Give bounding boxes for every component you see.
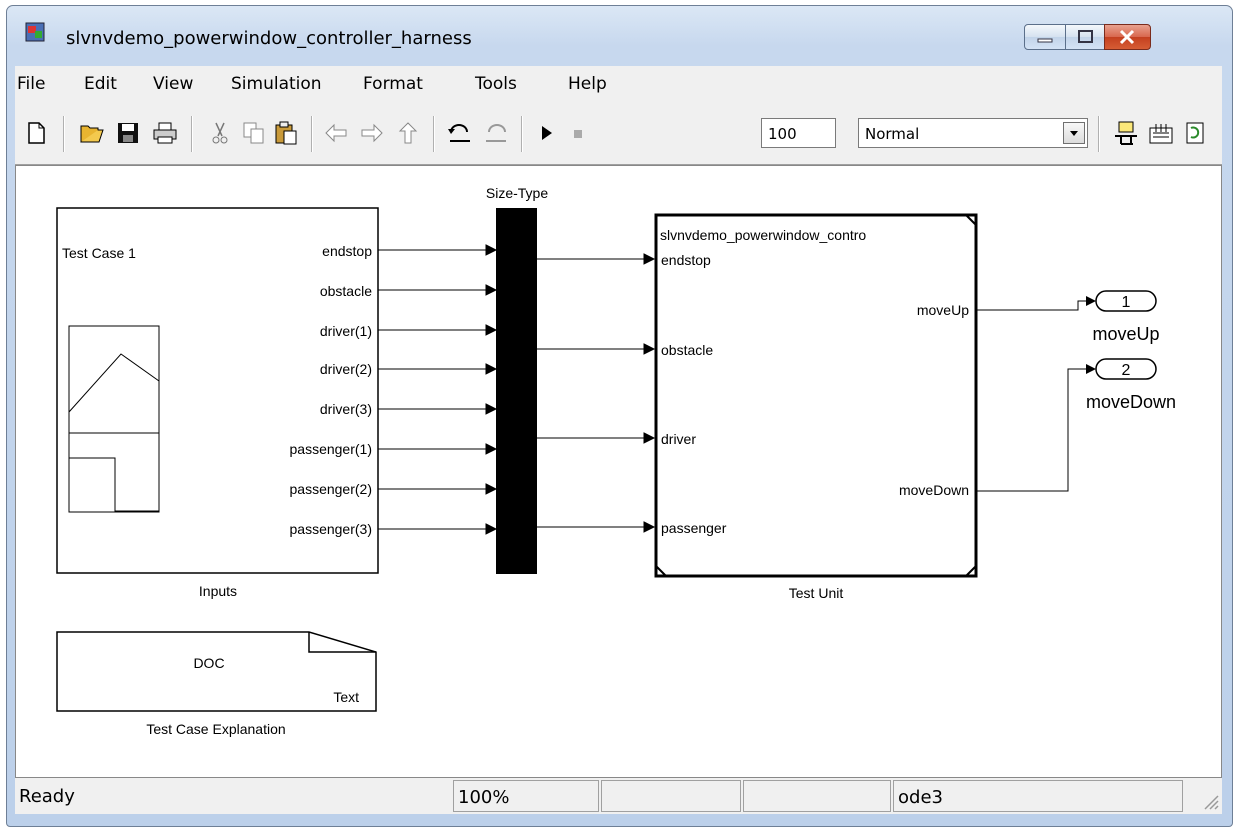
menu-help[interactable]: Help [568, 74, 607, 94]
undo-icon[interactable] [447, 120, 473, 146]
doc-block[interactable] [56, 631, 377, 712]
outport-number: 1 [1122, 294, 1131, 311]
paste-icon[interactable] [273, 120, 299, 146]
status-empty-2 [743, 780, 891, 812]
minimize-button[interactable] [1024, 24, 1066, 50]
test-unit-in-port: passenger [661, 520, 727, 536]
chevron-down-icon[interactable] [1063, 122, 1085, 144]
status-solver: ode3 [893, 780, 1183, 812]
input-port-label: driver(2) [320, 361, 372, 377]
test-unit-out-port: moveUp [917, 302, 969, 318]
doc-subtitle: Text [333, 689, 359, 705]
menu-edit[interactable]: Edit [84, 74, 117, 94]
status-bar: Ready 100% ode3 [15, 778, 1222, 814]
inputs-inner-title: Test Case 1 [62, 245, 136, 261]
diagram-svg: Test Case 1 Inputs endstop obstacle driv… [56, 185, 1176, 737]
cut-icon[interactable] [207, 120, 233, 146]
doc-block-label: Test Case Explanation [146, 721, 285, 737]
print-icon[interactable] [152, 120, 178, 146]
maximize-button[interactable] [1065, 24, 1105, 50]
doc-title: DOC [193, 655, 224, 671]
test-unit-in-port: obstacle [661, 342, 713, 358]
simulink-app-icon [25, 22, 45, 42]
new-icon[interactable] [23, 120, 49, 146]
library-icon[interactable] [1148, 120, 1174, 146]
test-unit-inner-title: slvnvdemo_powerwindow_contro [660, 227, 866, 243]
outport-name: moveUp [1092, 324, 1159, 344]
sim-mode-value: Normal [865, 125, 920, 143]
menu-format[interactable]: Format [363, 74, 423, 94]
forward-icon[interactable] [359, 120, 385, 146]
menu-bar: File Edit View Simulation Format Tools H… [15, 66, 1222, 96]
play-icon[interactable] [533, 120, 559, 146]
input-port-label: driver(3) [320, 401, 372, 417]
build-icon[interactable] [1113, 120, 1139, 146]
redo-icon[interactable] [483, 120, 509, 146]
copy-icon[interactable] [241, 120, 267, 146]
output-signals [977, 300, 1086, 492]
status-state: Ready [19, 786, 75, 807]
input-port-label: obstacle [320, 283, 372, 299]
input-port-label: passenger(2) [290, 481, 373, 497]
window-title: slvnvdemo_powerwindow_controller_harness [66, 28, 472, 49]
model-canvas[interactable]: Test Case 1 Inputs endstop obstacle driv… [15, 165, 1222, 778]
mux-input-signals [378, 244, 498, 535]
outport-name: moveDown [1086, 392, 1176, 412]
up-icon[interactable] [395, 120, 421, 146]
input-port-label: endstop [322, 243, 372, 259]
toolbar: 100 Normal [15, 96, 1222, 165]
save-icon[interactable] [115, 120, 141, 146]
status-empty-1 [601, 780, 741, 812]
open-icon[interactable] [79, 120, 105, 146]
test-unit-in-port: driver [661, 431, 696, 447]
status-zoom: 100% [453, 780, 599, 812]
input-port-label: passenger(3) [290, 521, 373, 537]
back-icon[interactable] [323, 120, 349, 146]
sim-mode-select[interactable]: Normal [858, 118, 1088, 148]
outport-number: 2 [1122, 362, 1131, 379]
test-unit-in-port: endstop [661, 252, 711, 268]
close-button[interactable] [1104, 24, 1151, 50]
input-port-label: driver(1) [320, 323, 372, 339]
test-unit-label: Test Unit [789, 585, 844, 601]
mux-output-signals [537, 253, 656, 533]
menu-view[interactable]: View [153, 74, 193, 94]
test-unit-out-port: moveDown [899, 482, 969, 498]
resize-grip-icon[interactable] [1201, 792, 1219, 810]
input-port-label: passenger(1) [290, 441, 373, 457]
mux-block[interactable] [496, 208, 537, 574]
inputs-block[interactable]: Test Case 1 [56, 207, 379, 574]
inputs-block-label: Inputs [199, 583, 237, 599]
stop-time-input[interactable]: 100 [761, 118, 836, 148]
menu-simulation[interactable]: Simulation [231, 74, 322, 94]
menu-tools[interactable]: Tools [475, 74, 517, 94]
refresh-icon[interactable] [1183, 120, 1209, 146]
stop-icon[interactable] [565, 120, 591, 146]
menu-file[interactable]: File [17, 74, 45, 94]
mux-label: Size-Type [486, 185, 548, 201]
